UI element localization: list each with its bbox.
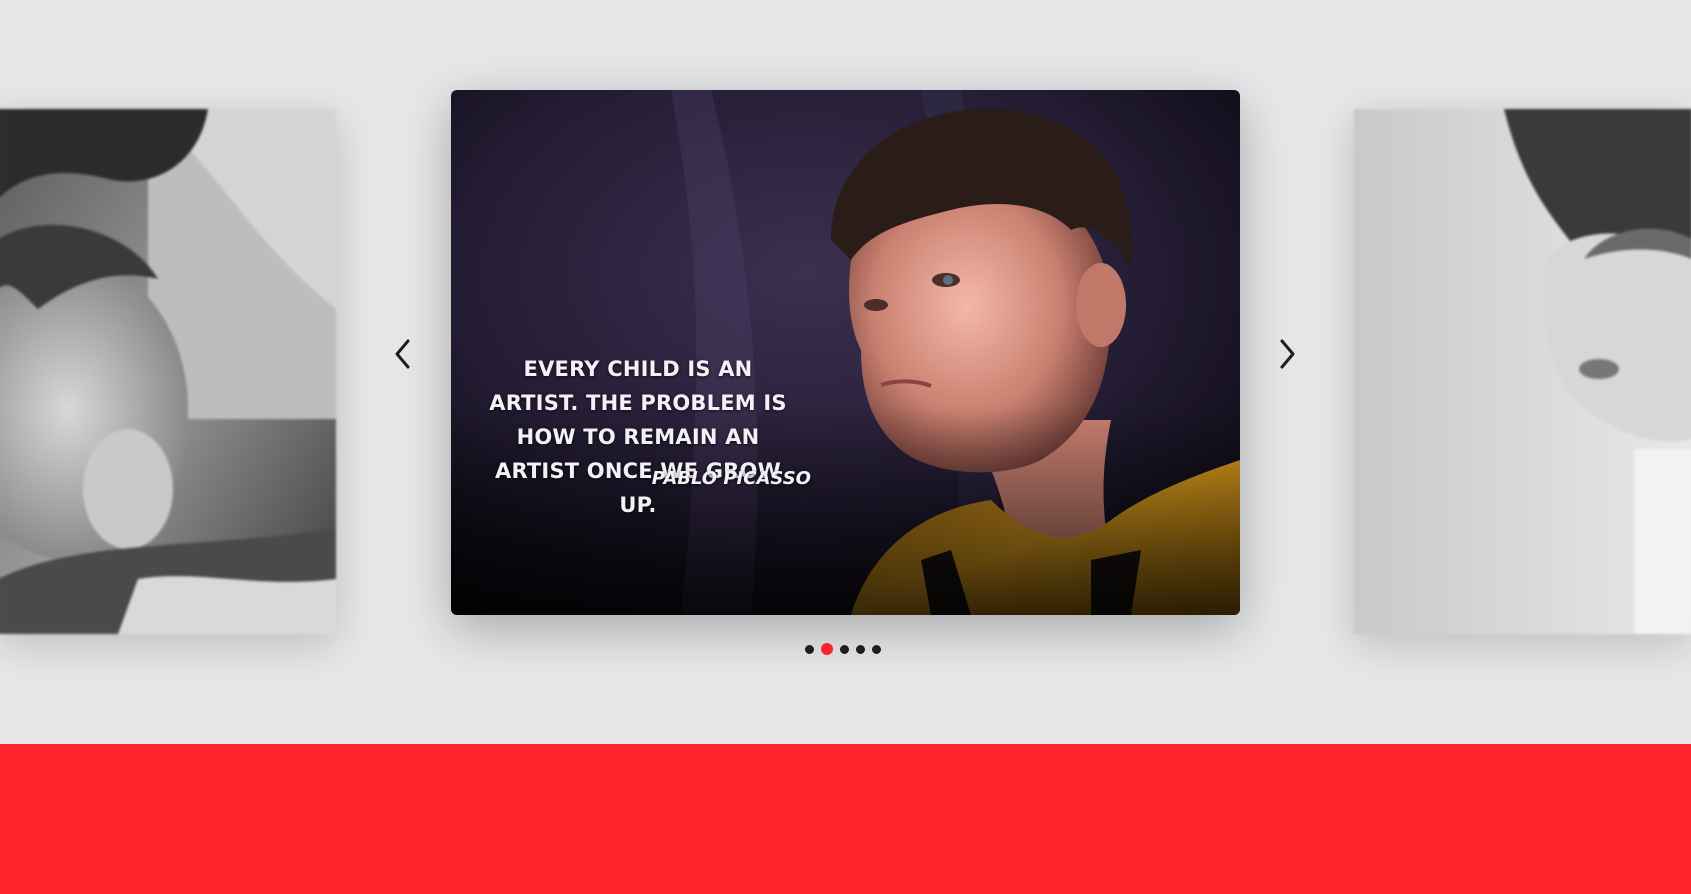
pagination-dot-4[interactable]	[856, 644, 865, 654]
carousel-next-button[interactable]	[1272, 334, 1302, 374]
chevron-right-icon	[1280, 339, 1295, 369]
pagination-dot-2-active[interactable]	[821, 643, 833, 655]
slide-previous-image[interactable]	[0, 109, 336, 634]
carousel-prev-button[interactable]	[388, 334, 418, 374]
chevron-left-icon	[395, 339, 410, 369]
quote-block: EVERY CHILD IS AN ARTIST. THE PROBLEM IS…	[483, 352, 793, 522]
pagination-dot-1[interactable]	[805, 644, 814, 654]
slide-next-image[interactable]	[1354, 109, 1691, 634]
carousel-pagination	[805, 643, 881, 655]
quote-author: PABLO PICASSO	[651, 468, 811, 489]
footer-band	[0, 744, 1691, 894]
quote-text: EVERY CHILD IS AN ARTIST. THE PROBLEM IS…	[489, 357, 787, 517]
pagination-dot-3[interactable]	[840, 644, 849, 654]
slide-active: EVERY CHILD IS AN ARTIST. THE PROBLEM IS…	[451, 90, 1240, 615]
pagination-dot-5[interactable]	[872, 644, 881, 654]
carousel-section: EVERY CHILD IS AN ARTIST. THE PROBLEM IS…	[0, 0, 1691, 744]
